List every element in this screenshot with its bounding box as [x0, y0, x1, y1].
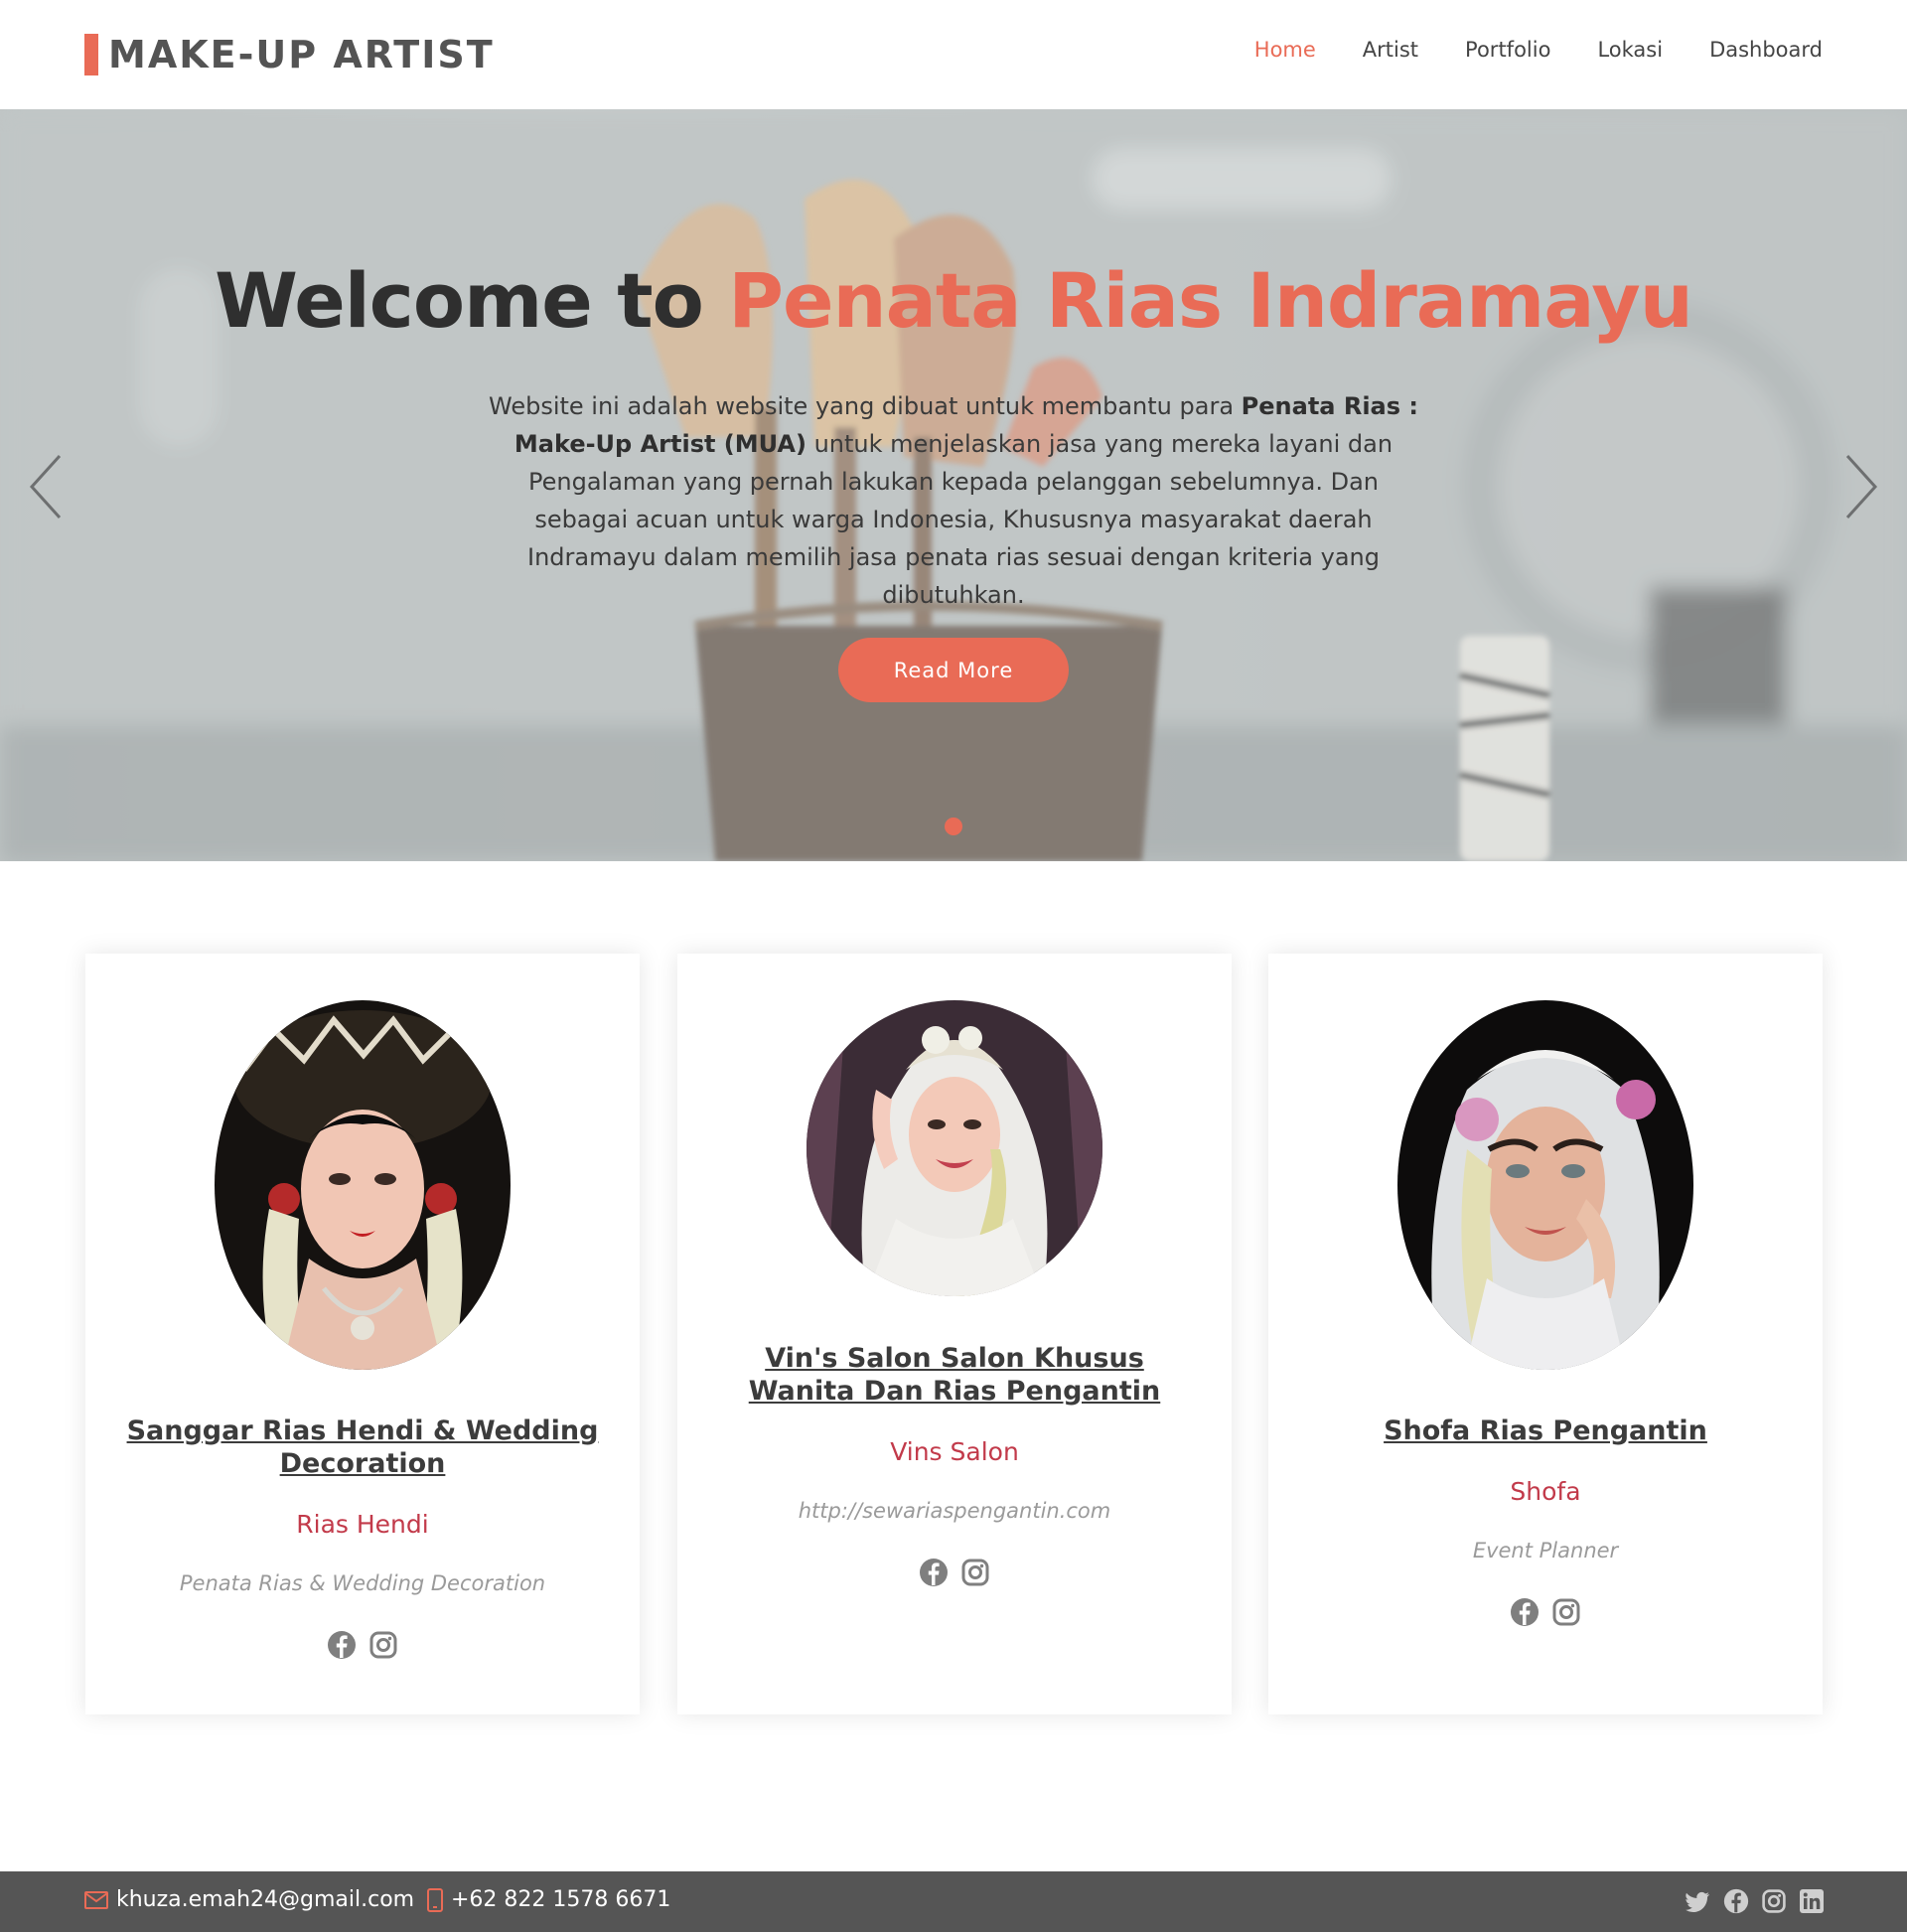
nav-dashboard[interactable]: Dashboard — [1709, 38, 1823, 62]
site-header: MAKE-UP ARTIST Home Artist Portfolio Lok… — [0, 0, 1907, 109]
site-footer: khuza.emah24@gmail.com +62 822 1578 6671 — [0, 1871, 1907, 1932]
artist-role-3: Event Planner — [1472, 1539, 1619, 1562]
instagram-icon[interactable] — [368, 1630, 398, 1660]
carousel-next-icon[interactable] — [1841, 452, 1881, 521]
carousel-prev-icon[interactable] — [26, 452, 66, 521]
hero-carousel: Welcome to Penata Rias Indramayu Website… — [0, 109, 1907, 861]
artist-social-3 — [1268, 1597, 1823, 1627]
footer-email-text: khuza.emah24@gmail.com — [116, 1887, 415, 1912]
footer-social-links — [1686, 1888, 1825, 1914]
carousel-indicator-1[interactable] — [945, 817, 962, 835]
facebook-icon[interactable] — [327, 1630, 357, 1660]
hero-desc-part1: Website ini adalah website yang dibuat u… — [489, 392, 1242, 420]
artist-photo-2[interactable] — [807, 1000, 1102, 1296]
envelope-icon — [84, 1890, 108, 1909]
hero-description: Website ini adalah website yang dibuat u… — [487, 387, 1420, 614]
facebook-icon[interactable] — [919, 1558, 949, 1587]
nav-artist[interactable]: Artist — [1363, 38, 1418, 62]
facebook-icon[interactable] — [1723, 1888, 1749, 1914]
artist-title-3[interactable]: Shofa Rias Pengantin — [1308, 1414, 1783, 1447]
artist-name-1: Rias Hendi — [296, 1510, 429, 1539]
artist-card-3: Shofa Rias Pengantin Shofa Event Planner — [1268, 954, 1823, 1714]
artist-title-2[interactable]: Vin's Salon Salon Khusus Wanita Dan Rias… — [717, 1342, 1192, 1408]
artist-social-1 — [85, 1630, 640, 1660]
facebook-icon[interactable] — [1510, 1597, 1540, 1627]
hero-title-accent: Penata Rias Indramayu — [728, 256, 1693, 345]
artist-name-2: Vins Salon — [890, 1437, 1019, 1466]
nav-home[interactable]: Home — [1254, 38, 1316, 62]
artist-card-2: Vin's Salon Salon Khusus Wanita Dan Rias… — [677, 954, 1232, 1714]
read-more-button[interactable]: Read More — [838, 638, 1069, 702]
artist-title-1[interactable]: Sanggar Rias Hendi & Wedding Decoration — [125, 1414, 600, 1480]
artist-role-1: Penata Rias & Wedding Decoration — [179, 1571, 546, 1595]
twitter-icon[interactable] — [1686, 1888, 1711, 1914]
logo-text: MAKE-UP ARTIST — [108, 33, 495, 76]
logo-accent-bar — [84, 34, 98, 75]
artist-photo-3[interactable] — [1397, 1000, 1693, 1370]
nav-portfolio[interactable]: Portfolio — [1465, 38, 1550, 62]
footer-phone[interactable]: +62 822 1578 6671 — [427, 1887, 670, 1912]
nav-lokasi[interactable]: Lokasi — [1597, 38, 1663, 62]
instagram-icon[interactable] — [1551, 1597, 1581, 1627]
site-logo[interactable]: MAKE-UP ARTIST — [84, 33, 495, 76]
hero-title: Welcome to Penata Rias Indramayu — [0, 256, 1907, 345]
footer-phone-text: +62 822 1578 6671 — [451, 1887, 671, 1912]
artist-card-1: Sanggar Rias Hendi & Wedding Decoration … — [85, 954, 640, 1714]
artist-photo-1[interactable] — [215, 1000, 511, 1370]
artist-social-2 — [677, 1558, 1232, 1587]
instagram-icon[interactable] — [1761, 1888, 1787, 1914]
hero-title-prefix: Welcome to — [215, 256, 729, 345]
artist-name-3: Shofa — [1510, 1477, 1581, 1506]
main-nav: Home Artist Portfolio Lokasi Dashboard — [1254, 38, 1823, 62]
artist-role-2: http://sewariaspengantin.com — [798, 1499, 1111, 1523]
instagram-icon[interactable] — [960, 1558, 990, 1587]
footer-email[interactable]: khuza.emah24@gmail.com — [84, 1887, 414, 1912]
phone-icon — [427, 1887, 443, 1912]
linkedin-icon[interactable] — [1799, 1888, 1825, 1914]
